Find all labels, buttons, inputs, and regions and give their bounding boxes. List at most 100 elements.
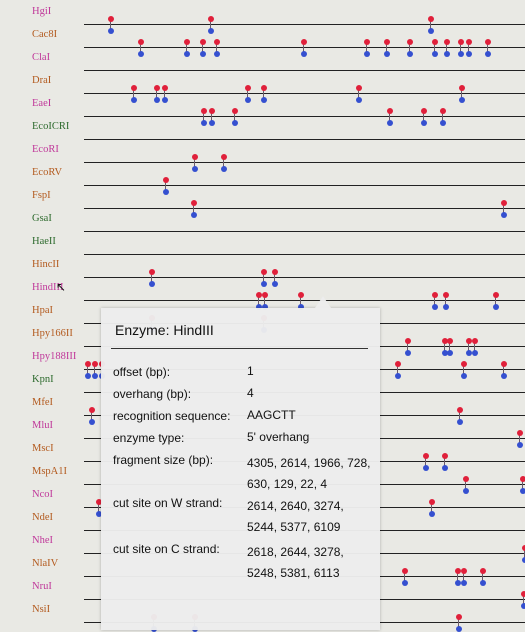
cut-site-w-marker[interactable]	[458, 39, 464, 45]
cut-site-w-marker[interactable]	[428, 16, 434, 22]
enzyme-label-ecori[interactable]: EcoRI	[32, 144, 59, 156]
enzyme-label-msci[interactable]: MscI	[32, 443, 54, 455]
cut-site-w-marker[interactable]	[432, 292, 438, 298]
enzyme-label-fspi[interactable]: FspI	[32, 190, 51, 202]
cut-site-w-marker[interactable]	[440, 108, 446, 114]
enzyme-label-eaei[interactable]: EaeI	[32, 98, 51, 110]
cut-site-w-marker[interactable]	[108, 16, 114, 22]
cut-site-w-marker[interactable]	[402, 568, 408, 574]
cut-site-c-marker[interactable]	[108, 28, 114, 34]
cut-site-c-marker[interactable]	[89, 419, 95, 425]
enzyme-label-clai[interactable]: ClaI	[32, 52, 50, 64]
cut-site-c-marker[interactable]	[245, 97, 251, 103]
cut-site-w-marker[interactable]	[423, 453, 429, 459]
cut-site-w-marker[interactable]	[405, 338, 411, 344]
cut-site-c-marker[interactable]	[201, 120, 207, 126]
cut-site-w-marker[interactable]	[85, 361, 91, 367]
cut-site-c-marker[interactable]	[444, 51, 450, 57]
cut-site-c-marker[interactable]	[272, 281, 278, 287]
cut-site-c-marker[interactable]	[131, 97, 137, 103]
enzyme-label-hincii[interactable]: HincII	[32, 259, 59, 271]
cut-site-c-marker[interactable]	[443, 304, 449, 310]
enzyme-label-haeii[interactable]: HaeII	[32, 236, 56, 248]
cut-site-c-marker[interactable]	[184, 51, 190, 57]
cut-site-c-marker[interactable]	[364, 51, 370, 57]
cut-site-c-marker[interactable]	[92, 373, 98, 379]
enzyme-label-mspa1i[interactable]: MspA1I	[32, 466, 67, 478]
cut-site-w-marker[interactable]	[442, 453, 448, 459]
cut-site-w-marker[interactable]	[301, 39, 307, 45]
cut-site-w-marker[interactable]	[272, 269, 278, 275]
cut-site-c-marker[interactable]	[387, 120, 393, 126]
cut-site-c-marker[interactable]	[405, 350, 411, 356]
cut-site-c-marker[interactable]	[432, 51, 438, 57]
cut-site-c-marker[interactable]	[162, 97, 168, 103]
cut-site-c-marker[interactable]	[402, 580, 408, 586]
cut-site-c-marker[interactable]	[517, 442, 523, 448]
cut-site-c-marker[interactable]	[429, 511, 435, 517]
enzyme-label-ecorv[interactable]: EcoRV	[32, 167, 62, 179]
cut-site-c-marker[interactable]	[466, 51, 472, 57]
cut-site-w-marker[interactable]	[154, 85, 160, 91]
cut-site-c-marker[interactable]	[440, 120, 446, 126]
enzyme-label-hpai[interactable]: HpaI	[32, 305, 53, 317]
cut-site-c-marker[interactable]	[521, 603, 525, 609]
cut-site-c-marker[interactable]	[461, 580, 467, 586]
cut-site-c-marker[interactable]	[432, 304, 438, 310]
cut-site-c-marker[interactable]	[191, 212, 197, 218]
cut-site-w-marker[interactable]	[521, 591, 525, 597]
cut-site-w-marker[interactable]	[208, 16, 214, 22]
cut-site-w-marker[interactable]	[89, 407, 95, 413]
cut-site-c-marker[interactable]	[428, 28, 434, 34]
cut-site-w-marker[interactable]	[261, 269, 267, 275]
cut-site-w-marker[interactable]	[201, 108, 207, 114]
cut-site-c-marker[interactable]	[301, 51, 307, 57]
cut-site-w-marker[interactable]	[138, 39, 144, 45]
cut-site-w-marker[interactable]	[387, 108, 393, 114]
cut-site-w-marker[interactable]	[493, 292, 499, 298]
enzyme-label-drai[interactable]: DraI	[32, 75, 51, 87]
enzyme-label-mlui[interactable]: MluI	[32, 420, 53, 432]
cut-site-c-marker[interactable]	[485, 51, 491, 57]
cut-site-c-marker[interactable]	[501, 373, 507, 379]
enzyme-label-nlaiv[interactable]: NlaIV	[32, 558, 58, 570]
cut-site-c-marker[interactable]	[154, 97, 160, 103]
enzyme-label-ncoi[interactable]: NcoI	[32, 489, 53, 501]
cut-site-w-marker[interactable]	[384, 39, 390, 45]
cut-site-w-marker[interactable]	[456, 614, 462, 620]
cut-site-w-marker[interactable]	[221, 154, 227, 160]
cut-site-w-marker[interactable]	[200, 39, 206, 45]
enzyme-label-kpni[interactable]: KpnI	[32, 374, 54, 386]
cut-site-w-marker[interactable]	[149, 269, 155, 275]
cut-site-c-marker[interactable]	[163, 189, 169, 195]
cut-site-w-marker[interactable]	[517, 430, 523, 436]
cut-site-w-marker[interactable]	[472, 338, 478, 344]
cut-site-c-marker[interactable]	[458, 51, 464, 57]
cut-site-w-marker[interactable]	[395, 361, 401, 367]
cut-site-c-marker[interactable]	[442, 465, 448, 471]
cut-site-w-marker[interactable]	[92, 361, 98, 367]
cut-site-c-marker[interactable]	[520, 488, 525, 494]
enzyme-label-ndei[interactable]: NdeI	[32, 512, 53, 524]
enzyme-label-hgii[interactable]: HgiI	[32, 6, 51, 18]
cut-site-c-marker[interactable]	[480, 580, 486, 586]
cut-site-c-marker[interactable]	[85, 373, 91, 379]
cut-site-w-marker[interactable]	[298, 292, 304, 298]
cut-site-c-marker[interactable]	[192, 166, 198, 172]
cut-site-w-marker[interactable]	[480, 568, 486, 574]
cut-site-c-marker[interactable]	[214, 51, 220, 57]
cut-site-w-marker[interactable]	[191, 200, 197, 206]
cut-site-c-marker[interactable]	[472, 350, 478, 356]
cut-site-w-marker[interactable]	[461, 568, 467, 574]
cut-site-c-marker[interactable]	[395, 373, 401, 379]
cut-site-w-marker[interactable]	[520, 476, 525, 482]
cut-site-w-marker[interactable]	[501, 200, 507, 206]
cut-site-c-marker[interactable]	[200, 51, 206, 57]
cut-site-w-marker[interactable]	[356, 85, 362, 91]
cut-site-w-marker[interactable]	[457, 407, 463, 413]
enzyme-label-hpy166ii[interactable]: Hpy166II	[32, 328, 73, 340]
cut-site-c-marker[interactable]	[447, 350, 453, 356]
cut-site-c-marker[interactable]	[501, 212, 507, 218]
cut-site-w-marker[interactable]	[429, 499, 435, 505]
cut-site-c-marker[interactable]	[261, 97, 267, 103]
